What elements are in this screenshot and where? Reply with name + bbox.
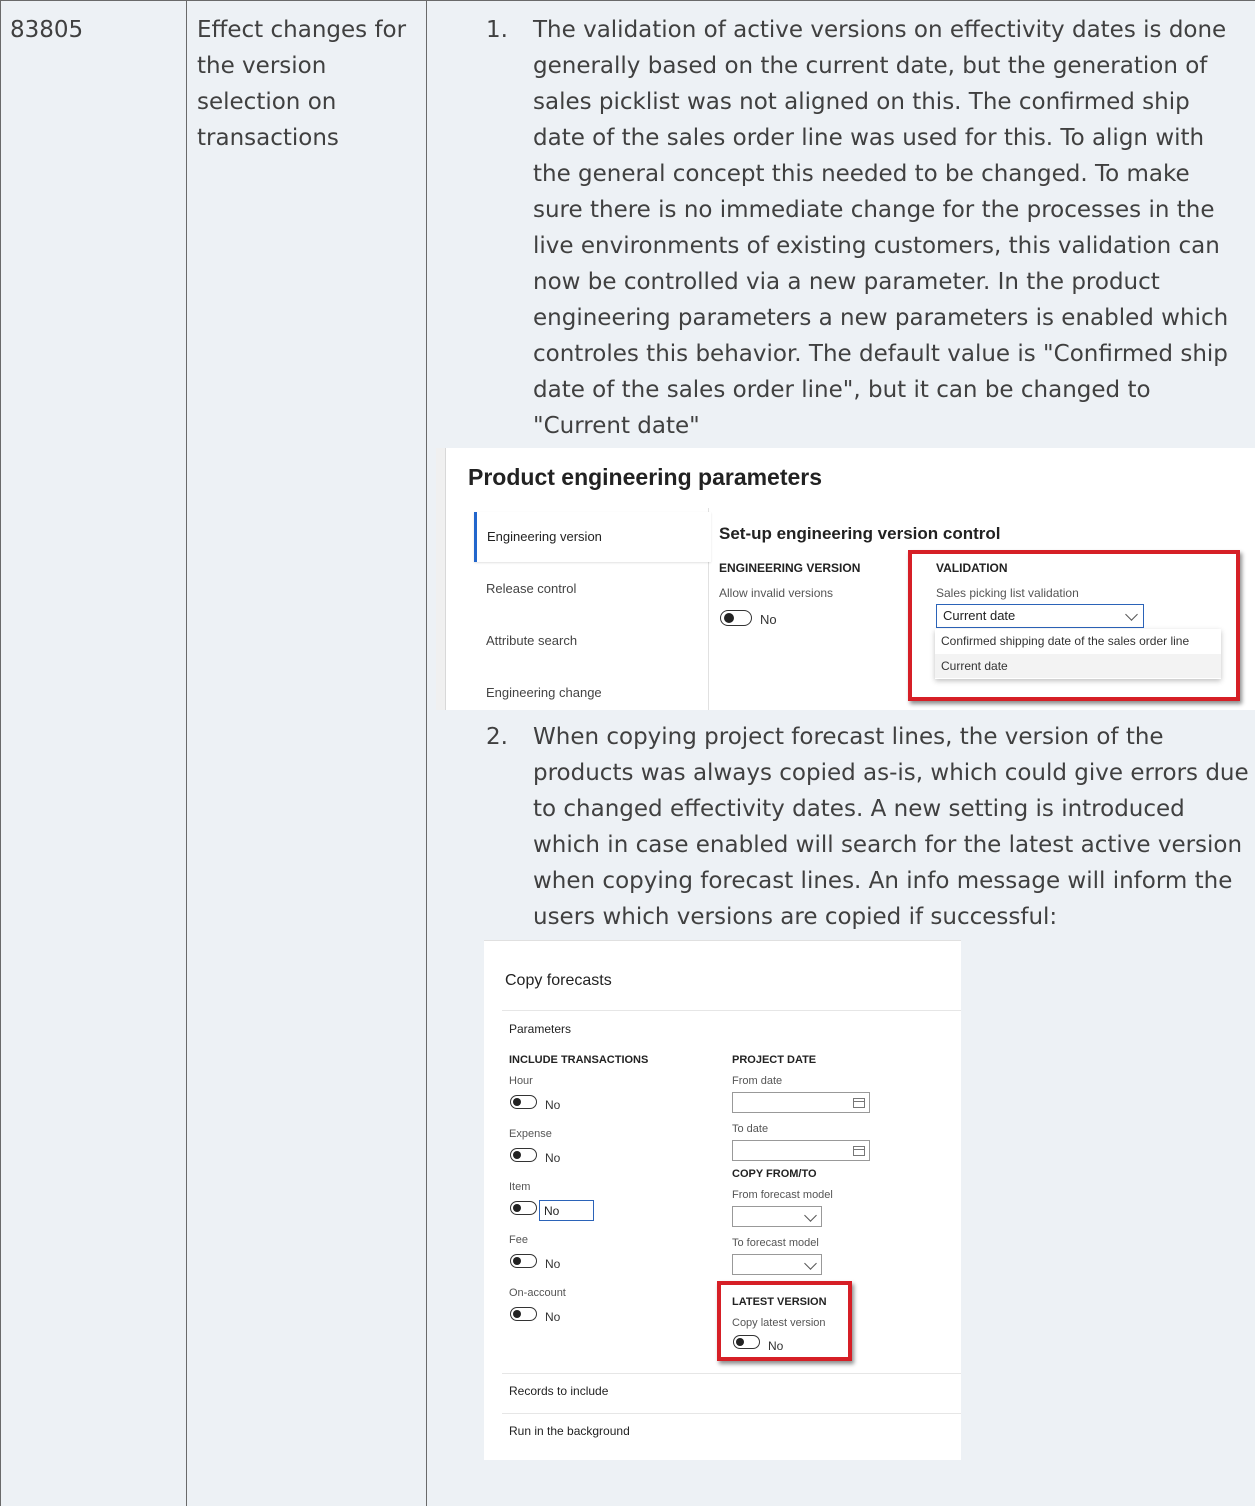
side-bar [436,448,446,710]
on-account-value: No [545,1310,561,1324]
from-date-input[interactable] [732,1092,870,1113]
copy-latest-version-toggle[interactable] [733,1335,760,1349]
from-forecast-model-select[interactable] [732,1206,822,1227]
nav-item-label: Release control [486,581,577,596]
from-date-label: From date [732,1075,783,1087]
page-title: Product engineering parameters [468,464,823,490]
to-date-input[interactable] [732,1140,870,1161]
item-1-text: The validation of active versions on eff… [533,17,1229,439]
item-toggle[interactable] [510,1201,537,1215]
fee-toggle[interactable] [510,1254,537,1268]
item-value: No [544,1204,560,1218]
row-id: 83805 [10,17,84,43]
nav-item-label: Engineering change [486,685,602,700]
validation-dropdown: Confirmed shipping date of the sales ord… [935,629,1221,679]
divider [502,1413,961,1414]
validation-heading: VALIDATION [936,561,1008,575]
nav-item-label: Attribute search [486,633,578,648]
on-account-toggle[interactable] [510,1307,537,1321]
column-divider [186,0,187,1506]
chevron-down-icon [804,1257,817,1270]
parameters-nav: Engineering version Release control Attr… [474,508,711,710]
expense-toggle[interactable] [510,1148,537,1162]
chevron-down-icon [804,1209,817,1222]
on-account-label: On-account [509,1287,566,1299]
to-date-label: To date [732,1123,769,1135]
from-forecast-model-label: From forecast model [732,1189,833,1201]
nav-item-label: Engineering version [487,529,602,544]
table-left-border [0,0,1,1506]
copy-latest-version-value: No [768,1339,784,1353]
nav-item-engineering-change[interactable]: Engineering change [474,668,708,718]
records-to-include[interactable]: Records to include [509,1384,608,1398]
item-1-number: 1. [486,17,508,43]
hour-toggle[interactable] [510,1095,537,1109]
dialog-title: Copy forecasts [505,972,612,989]
dropdown-option[interactable]: Confirmed shipping date of the sales ord… [935,629,1221,653]
allow-invalid-versions-value: No [760,612,777,627]
copy-latest-version-label: Copy latest version [732,1317,826,1329]
item-2-number: 2. [486,724,508,750]
copy-from-to-heading: COPY FROM/TO [732,1168,817,1180]
to-forecast-model-label: To forecast model [732,1237,819,1249]
sales-picking-list-validation-label: Sales picking list validation [936,586,1079,600]
nav-item-release-control[interactable]: Release control [474,564,708,614]
nav-item-engineering-version[interactable]: Engineering version [474,512,711,562]
allow-invalid-versions-toggle[interactable] [720,610,752,626]
include-transactions-heading: INCLUDE TRANSACTIONS [509,1054,649,1066]
hour-label: Hour [509,1075,533,1087]
expense-value: No [545,1151,561,1165]
engineering-version-heading: ENGINEERING VERSION [719,561,861,575]
chevron-down-icon [1125,608,1138,621]
parameters-label: Parameters [509,1022,572,1036]
calendar-icon[interactable] [853,1098,865,1108]
table-top-border [0,0,1255,1]
calendar-icon[interactable] [853,1146,865,1156]
divider [502,1373,961,1374]
release-notes-table: 83805 Effect changes for the version sel… [0,0,1255,1506]
nav-item-attribute-search[interactable]: Attribute search [474,616,708,666]
row-title: Effect changes for the version selection… [197,17,407,151]
divider [502,1010,961,1011]
allow-invalid-versions-label: Allow invalid versions [719,586,834,600]
item-label: Item [509,1181,531,1193]
project-date-heading: PROJECT DATE [732,1054,817,1066]
item-2-text: When copying project forecast lines, the… [533,724,1249,930]
fee-label: Fee [509,1234,528,1246]
expense-label: Expense [509,1128,552,1140]
selected-value: Current date [943,608,1016,623]
item-value-box[interactable]: No [539,1200,594,1221]
column-divider [426,0,427,1506]
copy-forecasts-screenshot: Copy forecasts Parameters INCLUDE TRANSA… [484,940,961,1460]
product-engineering-parameters-screenshot: Product engineering parameters Engineeri… [436,448,1255,710]
to-forecast-model-select[interactable] [732,1254,822,1275]
option-label: Confirmed shipping date of the sales ord… [941,634,1190,648]
sales-picking-list-validation-select[interactable]: Current date [936,604,1144,628]
hour-value: No [545,1098,561,1112]
dropdown-option[interactable]: Current date [935,654,1221,678]
run-in-background[interactable]: Run in the background [509,1424,630,1438]
section-title: Set-up engineering version control [719,524,1001,543]
latest-version-heading: LATEST VERSION [732,1296,827,1308]
fee-value: No [545,1257,561,1271]
option-label: Current date [941,659,1008,673]
